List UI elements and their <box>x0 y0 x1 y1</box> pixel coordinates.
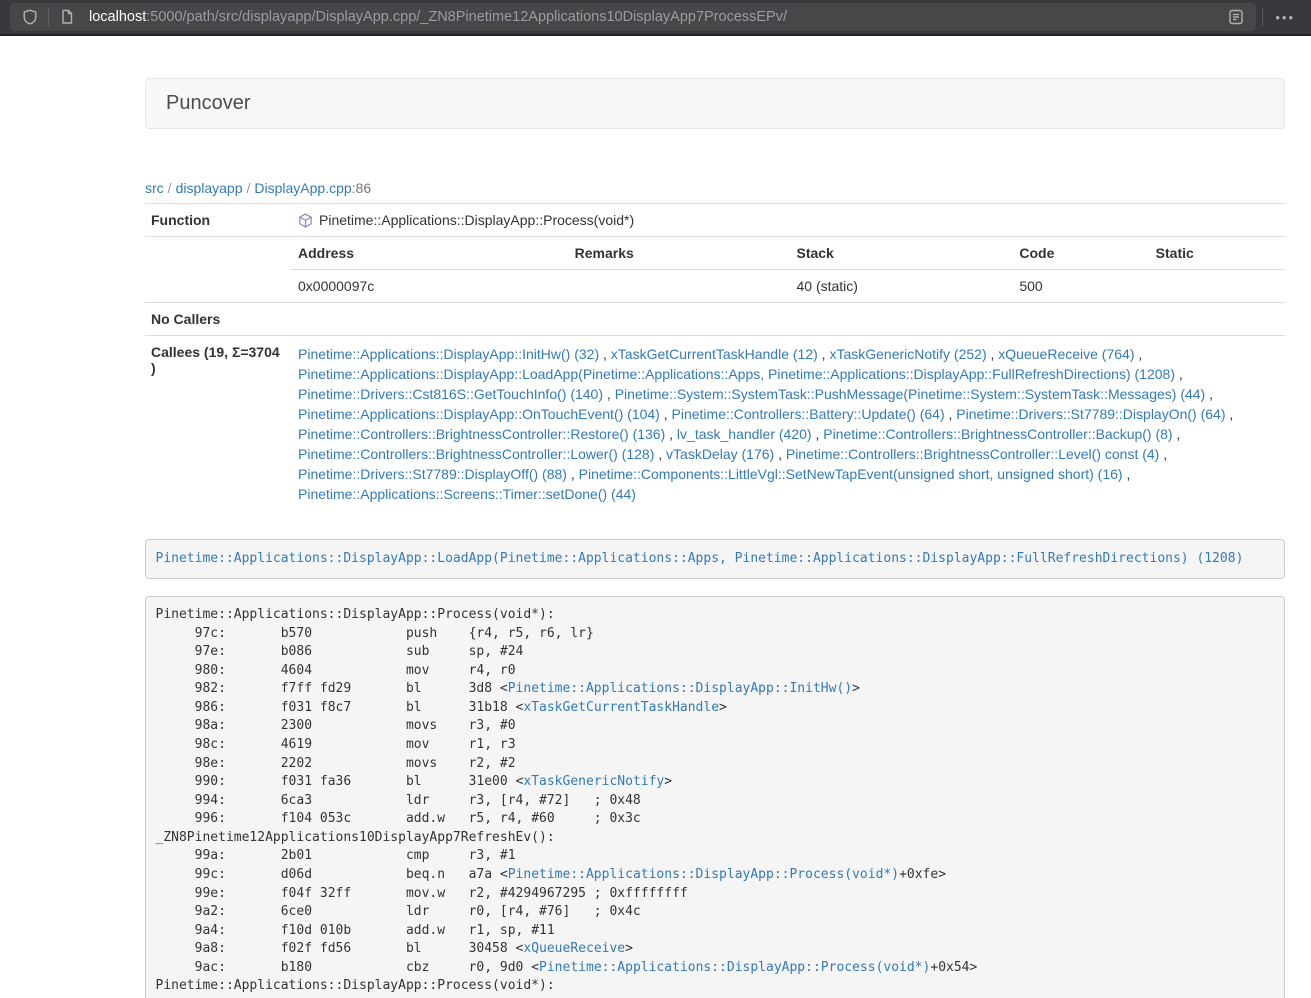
url-host: localhost <box>89 9 146 25</box>
asm-symbol-link[interactable]: xTaskGenericNotify <box>523 774 664 789</box>
no-callers-label: No Callers <box>145 303 290 336</box>
callee-link[interactable]: Pinetime::Controllers::BrightnessControl… <box>823 426 1172 442</box>
col-address: Address <box>290 237 567 270</box>
address-value: 0x0000097c <box>290 270 567 303</box>
callee-link[interactable]: Pinetime::Drivers::St7789::DisplayOff() … <box>298 466 567 482</box>
browser-toolbar: localhost:5000/path/src/displayapp/Displ… <box>0 0 1311 36</box>
callee-link[interactable]: Pinetime::Drivers::St7789::DisplayOn() (… <box>956 406 1225 422</box>
metrics-header-row: Address Remarks Stack Code Static <box>290 237 1285 270</box>
shield-icon[interactable] <box>18 5 42 29</box>
callee-link[interactable]: xQueueReceive (764) <box>998 346 1134 362</box>
callees-label: Callees (19, Σ=3704 ) <box>145 336 290 513</box>
app-title-panel: Puncover <box>145 78 1285 129</box>
code-value: 500 <box>1011 270 1147 303</box>
table-row: No Callers <box>145 303 1285 336</box>
metrics-value-row: 0x0000097c 40 (static) 500 <box>290 270 1285 303</box>
highlighted-symbol-box: Pinetime::Applications::DisplayApp::Load… <box>145 539 1285 579</box>
stack-value: 40 (static) <box>788 270 1011 303</box>
col-static: Static <box>1148 237 1285 270</box>
table-row: Callees (19, Σ=3704 ) Pinetime::Applicat… <box>145 336 1285 513</box>
asm-symbol-link[interactable]: Pinetime::Applications::DisplayApp::Proc… <box>508 867 899 882</box>
callee-link[interactable]: Pinetime::Applications::Screens::Timer::… <box>298 486 636 502</box>
function-metrics-table: Address Remarks Stack Code Static 0x0000… <box>290 237 1285 302</box>
callee-link[interactable]: Pinetime::Controllers::BrightnessControl… <box>298 446 654 462</box>
callees-list: Pinetime::Applications::DisplayApp::Init… <box>290 336 1285 513</box>
breadcrumb-separator: / <box>243 180 255 196</box>
ellipsis-menu-icon[interactable]: ••• <box>1269 10 1301 25</box>
reader-mode-icon[interactable] <box>1224 5 1248 29</box>
page-icon[interactable] <box>55 5 79 29</box>
callee-link[interactable]: Pinetime::Applications::DisplayApp::OnTo… <box>298 406 660 422</box>
url-bar[interactable]: localhost:5000/path/src/displayapp/Displ… <box>10 3 1256 31</box>
url-text: localhost:5000/path/src/displayapp/Displ… <box>89 9 1224 25</box>
callee-link[interactable]: xTaskGenericNotify (252) <box>829 346 986 362</box>
callee-link[interactable]: Pinetime::Drivers::Cst816S::GetTouchInfo… <box>298 386 603 402</box>
col-remarks: Remarks <box>567 237 789 270</box>
remarks-value <box>567 270 789 303</box>
breadcrumb-link[interactable]: src <box>145 180 164 196</box>
callee-link[interactable]: Pinetime::Controllers::BrightnessControl… <box>786 446 1159 462</box>
callee-link[interactable]: lv_task_handler (420) <box>677 426 812 442</box>
callee-link[interactable]: Pinetime::Controllers::Battery::Update()… <box>672 406 945 422</box>
breadcrumb-link[interactable]: DisplayApp.cpp <box>254 180 351 196</box>
breadcrumb-separator: / <box>164 180 176 196</box>
breadcrumb: src/displayapp/DisplayApp.cpp:86 <box>145 180 1285 196</box>
asm-symbol-link[interactable]: Pinetime::Applications::DisplayApp::Init… <box>508 681 852 696</box>
toolbar-divider <box>1262 8 1263 26</box>
col-code: Code <box>1011 237 1147 270</box>
table-row: Function Pinetime::Applications::Display… <box>145 204 1285 237</box>
asm-symbol-link[interactable]: xTaskGetCurrentTaskHandle <box>523 700 719 715</box>
asm-symbol-link[interactable]: xQueueReceive <box>523 941 625 956</box>
url-path: :5000/path/src/displayapp/DisplayApp.cpp… <box>146 9 787 25</box>
urlbar-divider <box>48 8 49 26</box>
col-stack: Stack <box>788 237 1011 270</box>
function-name-cell: Pinetime::Applications::DisplayApp::Proc… <box>298 212 1277 228</box>
static-value <box>1148 270 1285 303</box>
page-content: Puncover src/displayapp/DisplayApp.cpp:8… <box>145 78 1285 998</box>
symbol-table: Function Pinetime::Applications::Display… <box>145 203 1285 512</box>
breadcrumb-line-number: :86 <box>352 180 371 196</box>
callee-link[interactable]: Pinetime::Applications::DisplayApp::Init… <box>298 346 599 362</box>
callee-link[interactable]: Pinetime::Controllers::BrightnessControl… <box>298 426 665 442</box>
breadcrumb-link[interactable]: displayapp <box>176 180 243 196</box>
page-title: Puncover <box>166 92 1264 115</box>
table-row: Address Remarks Stack Code Static 0x0000… <box>145 237 1285 303</box>
asm-symbol-link[interactable]: Pinetime::Applications::DisplayApp::Proc… <box>539 960 930 975</box>
assembly-listing: Pinetime::Applications::DisplayApp::Proc… <box>145 596 1285 998</box>
callee-link[interactable]: Pinetime::Applications::DisplayApp::Load… <box>298 366 1175 382</box>
callee-link[interactable]: Pinetime::Components::LittleVgl::SetNewT… <box>579 466 1123 482</box>
callee-link[interactable]: vTaskDelay (176) <box>666 446 774 462</box>
function-name: Pinetime::Applications::DisplayApp::Proc… <box>319 212 634 228</box>
function-row-label: Function <box>145 204 290 237</box>
callee-link[interactable]: Pinetime::System::SystemTask::PushMessag… <box>615 386 1206 402</box>
callee-link[interactable]: xTaskGetCurrentTaskHandle (12) <box>611 346 818 362</box>
cube-icon <box>298 213 313 228</box>
highlighted-symbol-link[interactable]: Pinetime::Applications::DisplayApp::Load… <box>156 551 1244 566</box>
